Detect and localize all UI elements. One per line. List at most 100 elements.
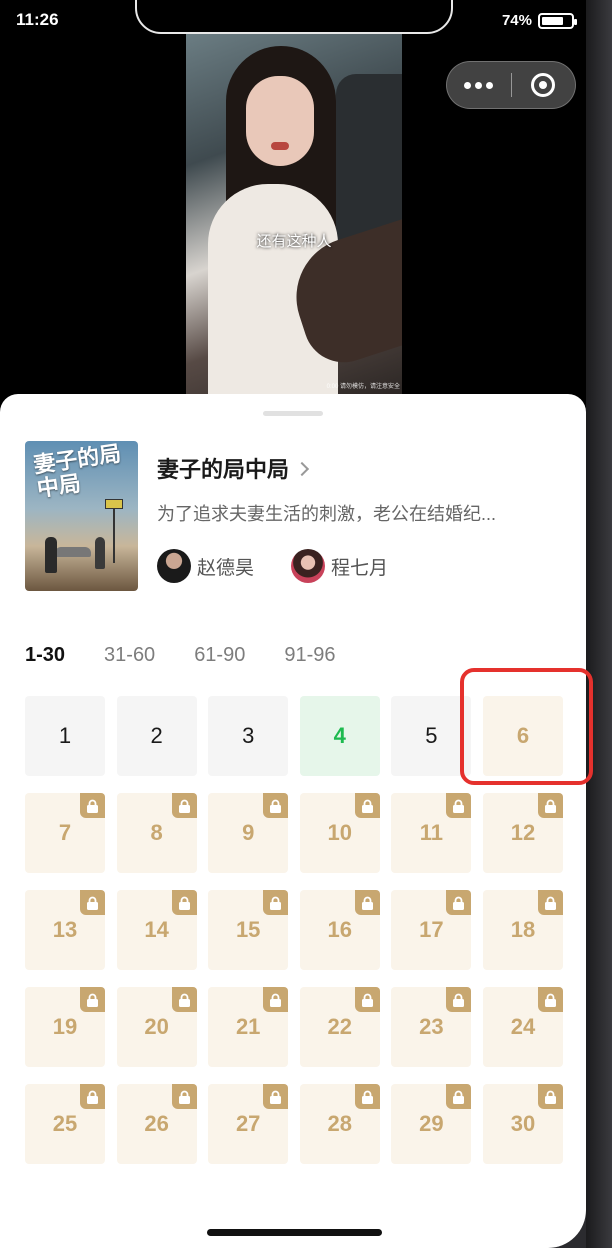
episode-button-7[interactable]: 7 [25, 793, 105, 873]
episode-button-12[interactable]: 12 [482, 793, 563, 873]
episode-button-9[interactable]: 9 [208, 793, 289, 873]
phone-screen: 11:26 74% 还有这种人 0:00 请勿模仿，请注意安全 妻子的局中局 妻… [0, 0, 586, 1248]
episode-button-10[interactable]: 10 [299, 793, 380, 873]
tab-range-31-60[interactable]: 31-60 [104, 644, 155, 667]
episode-number: 16 [327, 917, 353, 942]
tab-range-1-30[interactable]: 1-30 [25, 644, 65, 667]
home-indicator[interactable] [207, 1229, 382, 1236]
episode-number: 21 [235, 1014, 261, 1039]
lock-icon [537, 987, 563, 1012]
drama-cover[interactable]: 妻子的局中局 [25, 441, 138, 591]
episode-button-8[interactable]: 8 [116, 793, 197, 873]
episode-button-24[interactable]: 24 [482, 987, 563, 1067]
status-battery: 74% [501, 12, 577, 29]
avatar [291, 549, 325, 583]
lock-icon [80, 793, 105, 818]
video-caption: 0:00 请勿模仿，请注意安全 [326, 384, 400, 390]
tab-range-91-96[interactable]: 91-96 [284, 644, 335, 667]
episode-button-4[interactable]: 4 [299, 696, 380, 776]
lock-icon [171, 1084, 197, 1109]
episode-number: 3 [242, 723, 255, 748]
lock-icon [80, 1084, 105, 1109]
lock-icon [354, 793, 380, 818]
status-time: 11:26 [16, 10, 59, 29]
drama-description[interactable]: 为了追求夫妻生活的刺激，老公在结婚纪... [157, 500, 562, 526]
episode-button-11[interactable]: 11 [391, 793, 472, 873]
episode-number: 2 [150, 723, 163, 748]
episode-number: 25 [52, 1111, 78, 1136]
episode-number: 28 [327, 1111, 353, 1136]
episode-number: 29 [419, 1111, 444, 1136]
lock-icon [537, 890, 563, 915]
lock-icon [446, 987, 472, 1012]
lock-icon [80, 987, 105, 1012]
episode-button-30[interactable]: 30 [482, 1084, 563, 1164]
video-subtitle: 还有这种人 [256, 233, 332, 250]
actor-name: 程七月 [331, 557, 389, 579]
sheet-drag-handle[interactable] [263, 411, 323, 416]
cover-figure [45, 537, 57, 573]
episode-number: 26 [144, 1111, 169, 1136]
lock-icon [263, 793, 289, 818]
episode-button-28[interactable]: 28 [299, 1084, 380, 1164]
episode-button-19[interactable]: 19 [25, 987, 105, 1067]
lock-icon [263, 1084, 289, 1109]
lock-icon [80, 890, 105, 915]
ellipsis-icon [464, 81, 472, 89]
cover-figure [95, 537, 105, 569]
episode-button-22[interactable]: 22 [299, 987, 380, 1067]
episode-button-20[interactable]: 20 [116, 987, 197, 1067]
tab-range-61-90[interactable]: 61-90 [194, 644, 245, 667]
lock-icon [263, 987, 289, 1012]
more-button[interactable] [447, 81, 511, 89]
episode-button-21[interactable]: 21 [208, 987, 289, 1067]
episode-button-1[interactable]: 1 [25, 696, 105, 776]
episode-button-18[interactable]: 18 [482, 890, 563, 970]
lock-icon [446, 1084, 472, 1109]
episode-number: 11 [419, 820, 443, 845]
drama-title-link[interactable]: 妻子的局中局 [157, 452, 310, 484]
lock-icon [354, 1084, 380, 1109]
episode-button-16[interactable]: 16 [299, 890, 380, 970]
cover-sign [105, 499, 123, 509]
miniprogram-capsule [446, 61, 576, 109]
episode-number: 17 [419, 917, 444, 942]
episode-number: 20 [144, 1014, 169, 1039]
episode-button-15[interactable]: 15 [208, 890, 289, 970]
episode-button-3[interactable]: 3 [208, 696, 289, 776]
lock-icon [171, 987, 197, 1012]
lock-icon [263, 890, 289, 915]
episode-button-29[interactable]: 29 [391, 1084, 472, 1164]
lock-icon [171, 793, 197, 818]
highlight-box [460, 668, 593, 785]
video-actress-face [246, 76, 314, 166]
episode-button-13[interactable]: 13 [25, 890, 105, 970]
episode-button-27[interactable]: 27 [208, 1084, 289, 1164]
camera-notch [135, 0, 453, 34]
lock-icon [446, 793, 472, 818]
episode-number: 13 [52, 917, 78, 942]
target-icon [531, 73, 556, 97]
actor-chip[interactable]: 程七月 [291, 549, 388, 583]
video-player[interactable]: 还有这种人 0:00 请勿模仿，请注意安全 [186, 34, 402, 396]
actor-chip[interactable]: 赵德昊 [157, 549, 254, 583]
lock-icon [354, 987, 380, 1012]
episode-button-17[interactable]: 17 [391, 890, 472, 970]
close-miniprogram-button[interactable] [512, 73, 576, 97]
lock-icon [354, 890, 380, 915]
episode-number: 4 [333, 723, 346, 748]
episode-button-25[interactable]: 25 [25, 1084, 105, 1164]
episode-number: 10 [327, 820, 353, 845]
episode-number: 7 [58, 820, 72, 845]
episode-button-14[interactable]: 14 [116, 890, 197, 970]
battery-percent: 74% [501, 12, 532, 29]
episode-button-2[interactable]: 2 [116, 696, 197, 776]
battery-fill [542, 16, 563, 25]
actor-name: 赵德昊 [197, 557, 255, 579]
episode-number: 14 [144, 917, 169, 942]
episode-button-23[interactable]: 23 [391, 987, 472, 1067]
episode-button-26[interactable]: 26 [116, 1084, 197, 1164]
chevron-right-icon [294, 461, 310, 477]
lock-icon [446, 890, 472, 915]
episode-number: 9 [242, 820, 255, 845]
